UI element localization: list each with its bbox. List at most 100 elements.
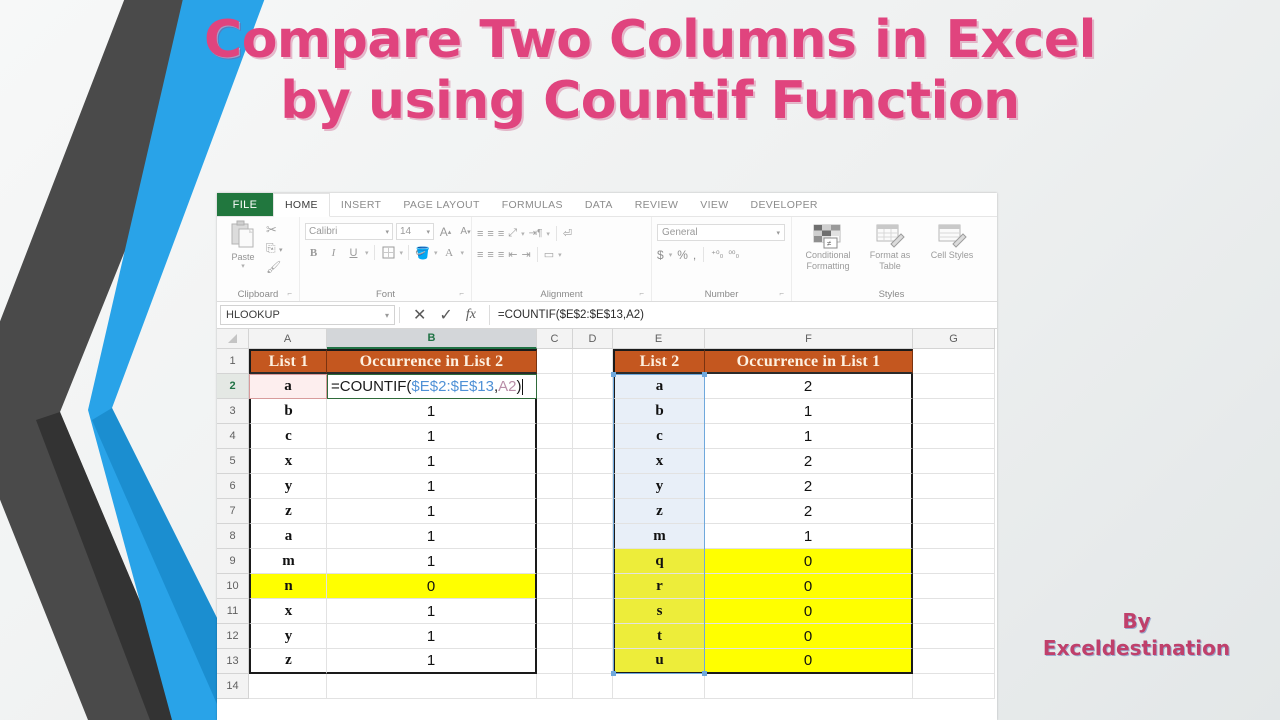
cell-e12[interactable]: t <box>613 624 705 649</box>
cell-c13[interactable] <box>537 649 573 674</box>
alignment-dialog-launcher-icon[interactable]: ⌐ <box>639 287 644 300</box>
row-header-13[interactable]: 13 <box>217 649 249 674</box>
cell-b3[interactable]: 1 <box>327 399 537 424</box>
font-name-input[interactable]: Calibri ▾ <box>305 223 393 240</box>
cell-g8[interactable] <box>913 524 995 549</box>
tab-file[interactable]: FILE <box>217 193 273 216</box>
cell-a14[interactable] <box>249 674 327 699</box>
row-header-10[interactable]: 10 <box>217 574 249 599</box>
decrease-indent-icon[interactable]: ⇤ <box>508 248 517 261</box>
tab-review[interactable]: REVIEW <box>624 193 690 216</box>
cell-a2[interactable]: a <box>249 374 327 399</box>
cell-f9[interactable]: 0 <box>705 549 913 574</box>
column-header-g[interactable]: G <box>913 329 995 349</box>
cell-a3[interactable]: b <box>249 399 327 424</box>
row-header-7[interactable]: 7 <box>217 499 249 524</box>
font-dialog-launcher-icon[interactable]: ⌐ <box>459 287 464 300</box>
cell-a12[interactable]: y <box>249 624 327 649</box>
cell-g13[interactable] <box>913 649 995 674</box>
cell-a1[interactable]: List 1 <box>249 349 327 374</box>
column-header-f[interactable]: F <box>705 329 913 349</box>
cell-c5[interactable] <box>537 449 573 474</box>
cell-g9[interactable] <box>913 549 995 574</box>
cell-f13[interactable]: 0 <box>705 649 913 674</box>
tab-insert[interactable]: INSERT <box>330 193 392 216</box>
cell-d13[interactable] <box>573 649 613 674</box>
cell-a13[interactable]: z <box>249 649 327 674</box>
comma-format-icon[interactable]: , <box>693 248 696 262</box>
column-header-b[interactable]: B <box>327 329 537 349</box>
cell-f6[interactable]: 2 <box>705 474 913 499</box>
select-all-corner[interactable] <box>217 329 249 349</box>
cell-g14[interactable] <box>913 674 995 699</box>
cell-d12[interactable] <box>573 624 613 649</box>
cell-a11[interactable]: x <box>249 599 327 624</box>
tab-formulas[interactable]: FORMULAS <box>491 193 574 216</box>
column-header-a[interactable]: A <box>249 329 327 349</box>
row-header-9[interactable]: 9 <box>217 549 249 574</box>
currency-format-icon[interactable]: $ <box>657 248 664 262</box>
paste-button[interactable]: Paste ▾ <box>222 220 264 270</box>
column-header-d[interactable]: D <box>573 329 613 349</box>
cell-c7[interactable] <box>537 499 573 524</box>
cell-d1[interactable] <box>573 349 613 374</box>
cell-b2-editor[interactable]: =COUNTIF($E$2:$E$13, A2) <box>327 374 537 399</box>
row-header-1[interactable]: 1 <box>217 349 249 374</box>
cell-f4[interactable]: 1 <box>705 424 913 449</box>
cell-d11[interactable] <box>573 599 613 624</box>
cell-b8[interactable]: 1 <box>327 524 537 549</box>
cell-b4[interactable]: 1 <box>327 424 537 449</box>
cell-a7[interactable]: z <box>249 499 327 524</box>
row-header-8[interactable]: 8 <box>217 524 249 549</box>
cell-c12[interactable] <box>537 624 573 649</box>
merge-cells-icon[interactable]: ▭ <box>544 248 554 261</box>
row-header-2[interactable]: 2 <box>217 374 249 399</box>
cell-f14[interactable] <box>705 674 913 699</box>
tab-data[interactable]: DATA <box>574 193 624 216</box>
cell-g11[interactable] <box>913 599 995 624</box>
cell-f7[interactable]: 2 <box>705 499 913 524</box>
number-format-select[interactable]: General ▾ <box>657 224 785 241</box>
font-name-chevron-down-icon[interactable]: ▾ <box>385 228 389 236</box>
row-header-5[interactable]: 5 <box>217 449 249 474</box>
cell-f2[interactable]: 2 <box>705 374 913 399</box>
increase-decimal-icon[interactable]: ⁺⁰₀ <box>711 249 723 260</box>
cell-f8[interactable]: 1 <box>705 524 913 549</box>
font-color-icon[interactable]: A <box>441 244 458 261</box>
row-header-4[interactable]: 4 <box>217 424 249 449</box>
underline-button[interactable]: U <box>345 244 362 261</box>
number-dialog-launcher-icon[interactable]: ⌐ <box>779 287 784 300</box>
cell-e13[interactable]: u <box>613 649 705 674</box>
cell-c14[interactable] <box>537 674 573 699</box>
cell-b9[interactable]: 1 <box>327 549 537 574</box>
cell-d8[interactable] <box>573 524 613 549</box>
cell-g4[interactable] <box>913 424 995 449</box>
column-header-e[interactable]: E <box>613 329 705 349</box>
cell-e6[interactable]: y <box>613 474 705 499</box>
cell-c11[interactable] <box>537 599 573 624</box>
cell-g6[interactable] <box>913 474 995 499</box>
cell-d6[interactable] <box>573 474 613 499</box>
orientation-icon[interactable]: ⤢ <box>508 227 517 240</box>
font-size-input[interactable]: 14 ▾ <box>396 223 434 240</box>
underline-chevron-down-icon[interactable]: ▾ <box>365 249 369 257</box>
fill-color-icon[interactable]: 🪣 <box>414 244 431 261</box>
cell-e3[interactable]: b <box>613 399 705 424</box>
cell-d9[interactable] <box>573 549 613 574</box>
row-header-6[interactable]: 6 <box>217 474 249 499</box>
cell-d3[interactable] <box>573 399 613 424</box>
format-painter-icon[interactable]: 🖌 <box>266 260 282 274</box>
conditional-formatting-button[interactable]: ≠ Conditional Formatting <box>797 222 859 272</box>
cell-e14[interactable] <box>613 674 705 699</box>
wrap-text-icon[interactable]: ⏎ <box>563 227 572 240</box>
cell-f3[interactable]: 1 <box>705 399 913 424</box>
copy-icon[interactable]: ⎘ ▾ <box>266 241 282 256</box>
cell-g3[interactable] <box>913 399 995 424</box>
cell-g2[interactable] <box>913 374 995 399</box>
cell-e8[interactable]: m <box>613 524 705 549</box>
cell-b1[interactable]: Occurrence in List 2 <box>327 349 537 374</box>
cell-a6[interactable]: y <box>249 474 327 499</box>
merge-chevron-down-icon[interactable]: ▾ <box>558 251 562 259</box>
fill-chevron-down-icon[interactable]: ▾ <box>434 249 438 257</box>
tab-home[interactable]: HOME <box>273 193 330 217</box>
